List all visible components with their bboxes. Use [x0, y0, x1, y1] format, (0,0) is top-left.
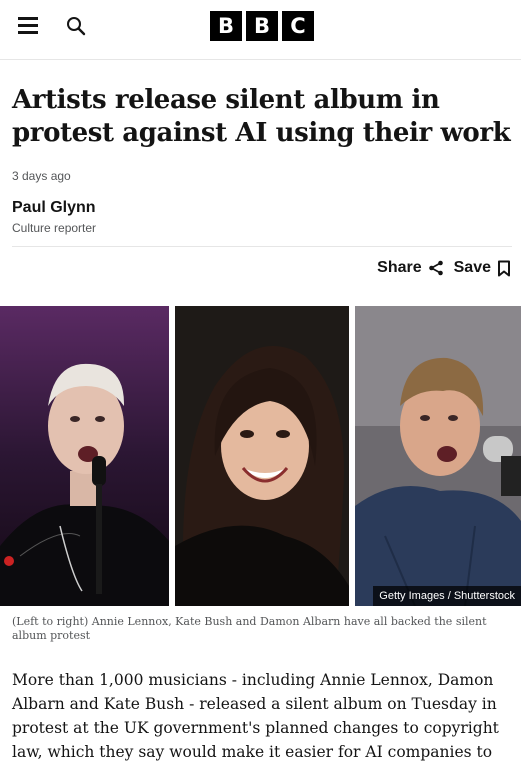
bbc-logo-letter: B	[210, 11, 242, 41]
bbc-logo-letter: C	[282, 11, 314, 41]
hamburger-menu-icon[interactable]	[18, 17, 38, 35]
image-credit: Getty Images / Shutterstock	[373, 586, 521, 606]
byline-divider	[12, 246, 512, 247]
share-button[interactable]: Share	[377, 259, 443, 277]
save-label: Save	[453, 259, 491, 276]
photo-kate-bush	[175, 306, 349, 606]
author-name[interactable]: Paul Glynn	[12, 199, 96, 217]
photo-annie-lennox	[0, 306, 169, 606]
bookmark-icon	[498, 260, 510, 276]
bbc-logo[interactable]: B B C	[210, 11, 314, 41]
top-navigation-bar: B B C	[0, 0, 521, 60]
share-label: Share	[377, 259, 422, 276]
image-caption: (Left to right) Annie Lennox, Kate Bush …	[12, 615, 487, 642]
save-button[interactable]: Save	[454, 259, 511, 277]
search-icon[interactable]	[66, 16, 86, 36]
hero-image: Getty Images / Shutterstock	[0, 306, 521, 606]
article-headline: Artists release silent album in protest …	[12, 85, 511, 148]
author-role: Culture reporter	[12, 221, 97, 235]
article-actions: Share Save	[377, 259, 511, 277]
article-timestamp: 3 days ago	[12, 169, 71, 183]
bbc-logo-letter: B	[246, 11, 278, 41]
photo-damon-albarn: Getty Images / Shutterstock	[355, 306, 521, 606]
article-body-paragraph: More than 1,000 musicians - including An…	[12, 671, 499, 761]
share-icon	[428, 260, 443, 276]
